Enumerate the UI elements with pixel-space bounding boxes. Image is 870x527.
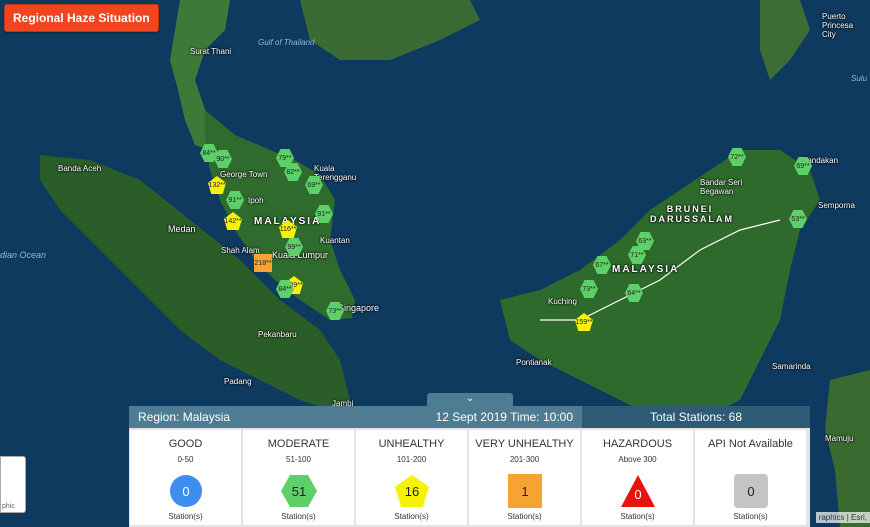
collapse-panel-button[interactable]: ⌄ — [427, 393, 513, 406]
label-kuala-terengganu: Kuala Terengganu — [314, 164, 357, 182]
category-name: API Not Available — [708, 438, 793, 450]
square-icon: 1 — [507, 474, 543, 508]
label-medan: Medan — [168, 224, 196, 234]
label-malaysia-east: MALAYSIA — [612, 264, 680, 275]
hexagon-icon: 51 — [281, 474, 317, 508]
category-unit: Station(s) — [733, 512, 768, 521]
triangle-icon: 0 — [620, 474, 656, 508]
label-pontianak: Pontianak — [516, 358, 552, 367]
label-george-town: George Town — [220, 170, 268, 179]
category-hazardous[interactable]: HAZARDOUS Above 300 0 Station(s) — [582, 430, 693, 525]
category-count: 0 — [747, 483, 755, 499]
label-samarinda: Samarinda — [772, 362, 811, 371]
category-unit: Station(s) — [394, 512, 429, 521]
region-label: Region: Malaysia — [138, 410, 231, 424]
label-mamuju: Mamuju — [825, 434, 854, 443]
rounded-square-icon: 0 — [733, 474, 769, 508]
category-name: UNHEALTHY — [378, 438, 445, 450]
label-kuching: Kuching — [548, 297, 577, 306]
label-puerto-princesa: Puerto Princesa City — [822, 12, 854, 39]
category-very-unhealthy[interactable]: VERY UNHEALTHY 201-300 1 Station(s) — [469, 430, 580, 525]
label-surat-thani: Surat Thani — [190, 47, 232, 56]
label-pekanbaru: Pekanbaru — [258, 330, 297, 339]
category-api-not-available[interactable]: API Not Available 0 Station(s) — [695, 430, 806, 525]
label-kuantan: Kuantan — [320, 236, 350, 245]
label-sulu: Sulu — [851, 74, 868, 83]
category-unhealthy[interactable]: UNHEALTHY 101-200 16 Station(s) — [356, 430, 467, 525]
label-gulf: Gulf of Thailand — [258, 38, 315, 47]
panel-header: Region: Malaysia 12 Sept 2019 Time: 10:0… — [129, 406, 810, 428]
category-range: 101-200 — [396, 455, 427, 464]
label-singapore: Singapore — [338, 303, 380, 313]
category-name: VERY UNHEALTHY — [475, 438, 574, 450]
label-semporna: Semporna — [818, 201, 855, 210]
label-banda-aceh: Banda Aceh — [58, 164, 102, 173]
label-bandar: Bandar Seri Begawan — [700, 178, 743, 196]
category-unit: Station(s) — [281, 512, 316, 521]
category-name: HAZARDOUS — [602, 438, 673, 450]
category-count: 1 — [521, 483, 529, 499]
pentagon-icon: 16 — [394, 474, 430, 508]
regional-haze-button[interactable]: Regional Haze Situation — [4, 4, 159, 32]
circle-icon: 0 — [168, 474, 204, 508]
basemap-label: phic — [2, 503, 15, 510]
label-indian-ocean: dian Ocean — [0, 250, 47, 260]
category-range: 0-50 — [177, 455, 194, 464]
label-padang: Padang — [224, 377, 252, 386]
label-ipoh: Ipoh — [248, 196, 264, 205]
category-range: 51-100 — [286, 455, 311, 464]
region-bar: Region: Malaysia 12 Sept 2019 Time: 10:0… — [129, 406, 582, 428]
category-good[interactable]: GOOD 0-50 0 Station(s) — [130, 430, 241, 525]
category-unit: Station(s) — [168, 512, 203, 521]
category-range: 201-300 — [509, 455, 540, 464]
map-attribution: raphics | Esri, — [815, 512, 870, 523]
category-moderate[interactable]: MODERATE 51-100 51 Station(s) — [243, 430, 354, 525]
station-marker[interactable]: 218** — [254, 254, 272, 272]
category-name: MODERATE — [267, 438, 330, 450]
category-name: GOOD — [168, 438, 203, 450]
summary-panel: Region: Malaysia 12 Sept 2019 Time: 10:0… — [129, 406, 810, 527]
label-brunei: BRUNEI DARUSSALAM — [650, 204, 734, 224]
category-count: 0 — [182, 483, 190, 499]
category-count: 51 — [291, 483, 307, 499]
total-stations: Total Stations: 68 — [582, 406, 810, 428]
category-range: Above 300 — [618, 455, 657, 464]
category-unit: Station(s) — [507, 512, 542, 521]
category-unit: Station(s) — [620, 512, 655, 521]
category-row: GOOD 0-50 0 Station(s) MODERATE 51-100 51 Stati… — [129, 428, 810, 527]
datetime-label: 12 Sept 2019 Time: 10:00 — [435, 410, 573, 424]
category-count: 0 — [634, 486, 642, 502]
basemap-thumbnail[interactable]: phic — [0, 456, 26, 513]
category-count: 16 — [404, 483, 420, 499]
